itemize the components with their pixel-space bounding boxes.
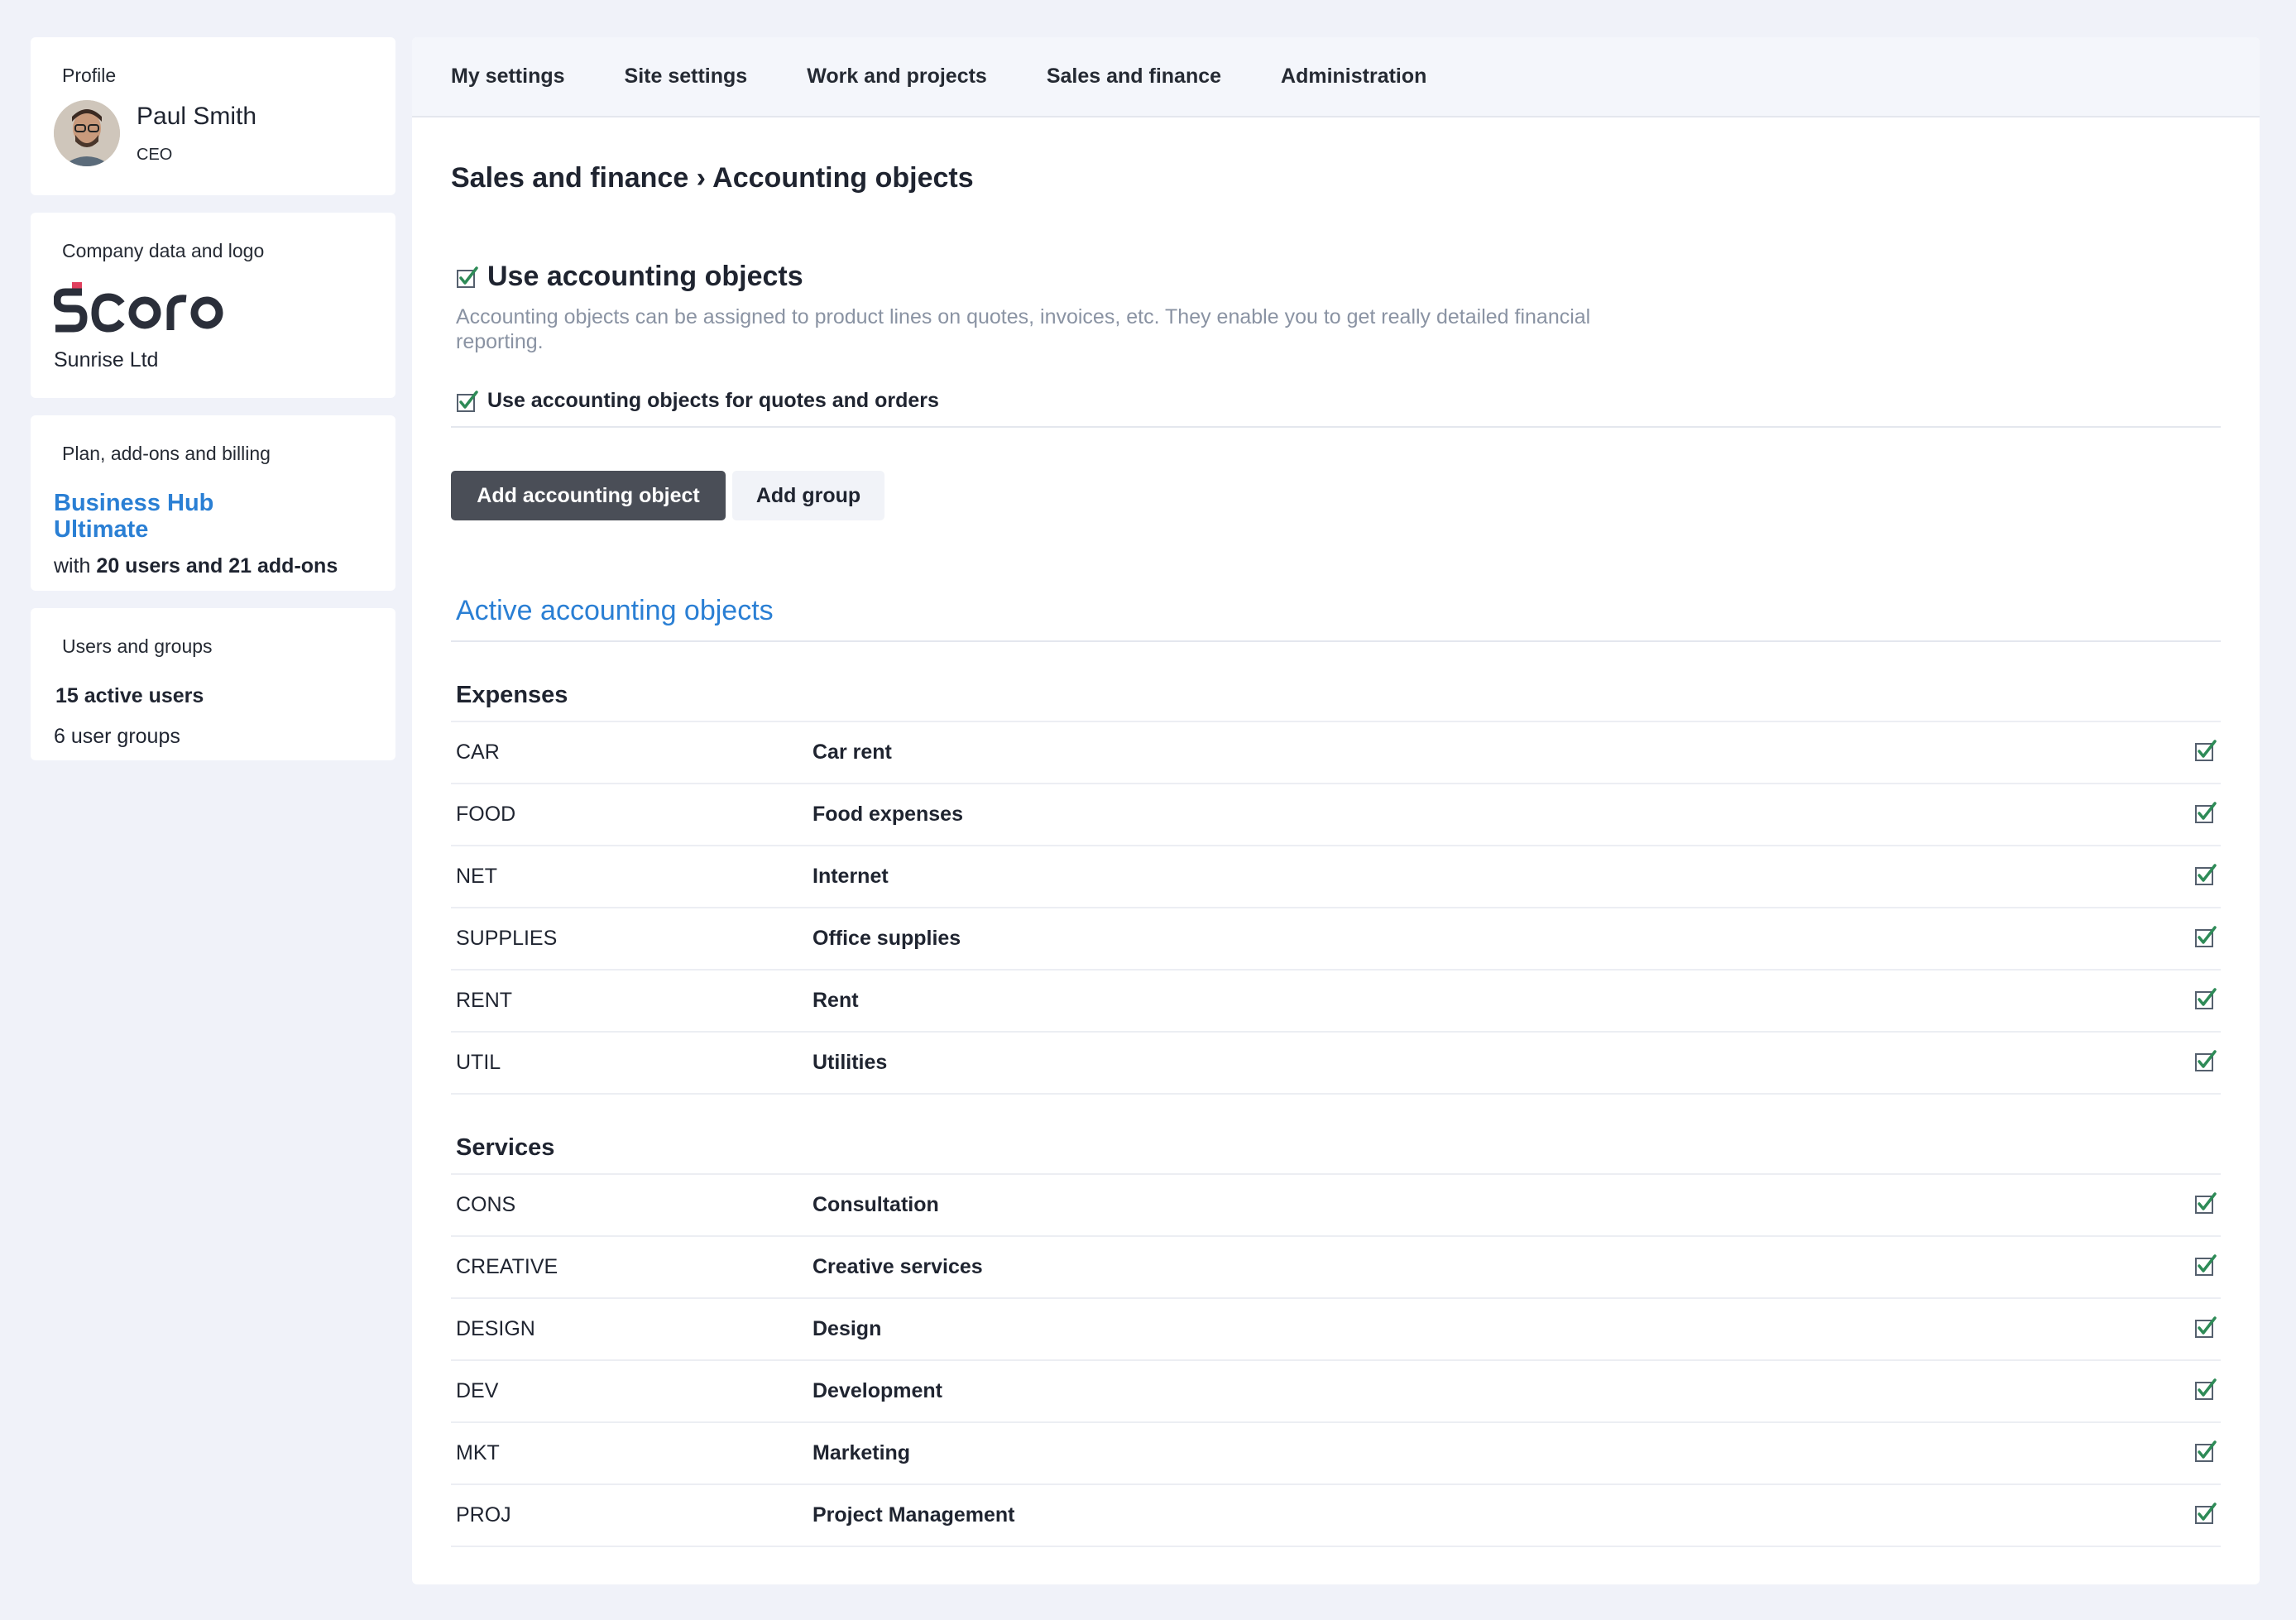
row-code: CREATIVE: [456, 1255, 558, 1278]
table-row[interactable]: CONS Consultation: [451, 1173, 2221, 1235]
row-name: Car rent: [812, 741, 892, 764]
company-card[interactable]: Company data and logo Sunrise Ltd: [31, 213, 395, 398]
company-title: Company data and logo: [62, 240, 265, 261]
row-name: Creative services: [812, 1255, 983, 1278]
avatar-image: [54, 100, 120, 166]
row-name: Internet: [812, 865, 889, 888]
plan-users: 20 users: [96, 554, 180, 578]
table-row[interactable]: FOOD Food expenses: [451, 783, 2221, 845]
main-panel: My settings Site settings Work and proje…: [412, 37, 2260, 1584]
profile-card[interactable]: Profile Paul Smith CEO: [31, 37, 395, 195]
add-group-button[interactable]: Add group: [732, 471, 884, 520]
avatar[interactable]: [54, 100, 120, 166]
checkbox-checked-icon[interactable]: [2194, 1502, 2217, 1525]
row-code: CAR: [456, 741, 500, 764]
plan-name-link[interactable]: Business Hub Ultimate: [54, 490, 236, 543]
table-row[interactable]: DESIGN Design: [451, 1297, 2221, 1359]
checkbox-checked-icon[interactable]: [2194, 863, 2217, 886]
checkbox-checked-icon[interactable]: [2194, 1378, 2217, 1401]
row-code: SUPPLIES: [456, 927, 558, 950]
top-navigation: My settings Site settings Work and proje…: [412, 37, 2260, 117]
nav-my-settings[interactable]: My settings: [451, 65, 565, 89]
plan-detail-prefix: with: [54, 554, 91, 578]
divider: [451, 640, 2221, 642]
add-accounting-object-button[interactable]: Add accounting object: [451, 471, 726, 520]
checkbox-checked-icon[interactable]: [2194, 1253, 2217, 1277]
table-row[interactable]: MKT Marketing: [451, 1421, 2221, 1483]
plan-detail-mid: and: [185, 554, 223, 578]
accounting-options: Use accounting objects Accounting object…: [456, 261, 2221, 413]
checkbox-checked-icon[interactable]: [2194, 987, 2217, 1010]
row-code: RENT: [456, 989, 513, 1012]
breadcrumb: Sales and finance › Accounting objects: [451, 162, 974, 194]
sidebar: Profile Paul Smith CEO Company data and: [31, 37, 395, 778]
plan-title: Plan, add-ons and billing: [62, 443, 271, 464]
plan-detail: with 20 users and 21 add-ons: [54, 554, 372, 578]
user-groups: 6 user groups: [54, 725, 180, 748]
plan-card[interactable]: Plan, add-ons and billing Business Hub U…: [31, 415, 395, 591]
checkbox-checked-icon[interactable]: [456, 266, 479, 289]
row-code: DEV: [456, 1379, 499, 1402]
row-code: MKT: [456, 1441, 500, 1464]
row-name: Rent: [812, 989, 859, 1012]
table-row[interactable]: PROJ Project Management: [451, 1483, 2221, 1547]
option-description: Accounting objects can be assigned to pr…: [456, 305, 1591, 353]
checkbox-checked-icon[interactable]: [2194, 1440, 2217, 1463]
row-name: Consultation: [812, 1193, 939, 1216]
group-title: Services: [456, 1134, 555, 1161]
active-objects-title: Active accounting objects: [456, 595, 774, 626]
table-row[interactable]: CAR Car rent: [451, 721, 2221, 783]
users-card[interactable]: Users and groups 15 active users 6 user …: [31, 608, 395, 760]
scoro-logo: [53, 282, 372, 333]
use-accounting-objects-toggle[interactable]: Use accounting objects: [456, 261, 2221, 293]
row-name: Design: [812, 1317, 882, 1340]
plan-addons: 21 add-ons: [228, 554, 338, 578]
table-row[interactable]: CREATIVE Creative services: [451, 1235, 2221, 1297]
users-title: Users and groups: [62, 635, 213, 657]
checkbox-checked-icon[interactable]: [2194, 1049, 2217, 1072]
checkbox-checked-icon[interactable]: [456, 390, 479, 413]
active-users: 15 active users: [55, 684, 204, 707]
checkbox-checked-icon[interactable]: [2194, 925, 2217, 948]
row-name: Project Management: [812, 1503, 1015, 1527]
use-accounting-objects-label: Use accounting objects: [487, 261, 803, 292]
row-name: Development: [812, 1379, 942, 1402]
row-name: Marketing: [812, 1441, 911, 1464]
row-code: NET: [456, 865, 497, 888]
checkbox-checked-icon[interactable]: [2194, 801, 2217, 824]
table-row[interactable]: RENT Rent: [451, 969, 2221, 1031]
nav-work-and-projects[interactable]: Work and projects: [807, 65, 987, 89]
profile-title: Profile: [62, 65, 117, 86]
checkbox-checked-icon[interactable]: [2194, 1316, 2217, 1339]
group-expenses: Expenses CAR Car rent FOOD Food expenses N…: [451, 682, 2221, 1095]
table-row[interactable]: DEV Development: [451, 1359, 2221, 1421]
profile-role: CEO: [137, 145, 173, 164]
divider: [451, 426, 2221, 428]
quotes-orders-toggle[interactable]: Use accounting objects for quotes and or…: [456, 389, 2221, 413]
row-code: CONS: [456, 1193, 516, 1216]
row-code: PROJ: [456, 1503, 511, 1527]
table-row[interactable]: NET Internet: [451, 845, 2221, 907]
row-code: DESIGN: [456, 1317, 535, 1340]
row-code: FOOD: [456, 803, 516, 826]
company-name: Sunrise Ltd: [54, 348, 159, 371]
row-name: Utilities: [812, 1051, 888, 1074]
table-row[interactable]: UTIL Utilities: [451, 1031, 2221, 1095]
row-name: Food expenses: [812, 803, 963, 826]
checkbox-checked-icon[interactable]: [2194, 1191, 2217, 1215]
group-title: Expenses: [456, 682, 568, 708]
profile-name: Paul Smith: [137, 102, 257, 130]
nav-site-settings[interactable]: Site settings: [625, 65, 748, 89]
group-services: Services CONS Consultation CREATIVE Creati…: [451, 1134, 2221, 1547]
nav-sales-and-finance[interactable]: Sales and finance: [1047, 65, 1221, 89]
checkbox-checked-icon[interactable]: [2194, 739, 2217, 762]
nav-administration[interactable]: Administration: [1281, 65, 1426, 89]
row-name: Office supplies: [812, 927, 961, 950]
quotes-orders-label: Use accounting objects for quotes and or…: [487, 389, 939, 412]
table-row[interactable]: SUPPLIES Office supplies: [451, 907, 2221, 969]
row-code: UTIL: [456, 1051, 501, 1074]
